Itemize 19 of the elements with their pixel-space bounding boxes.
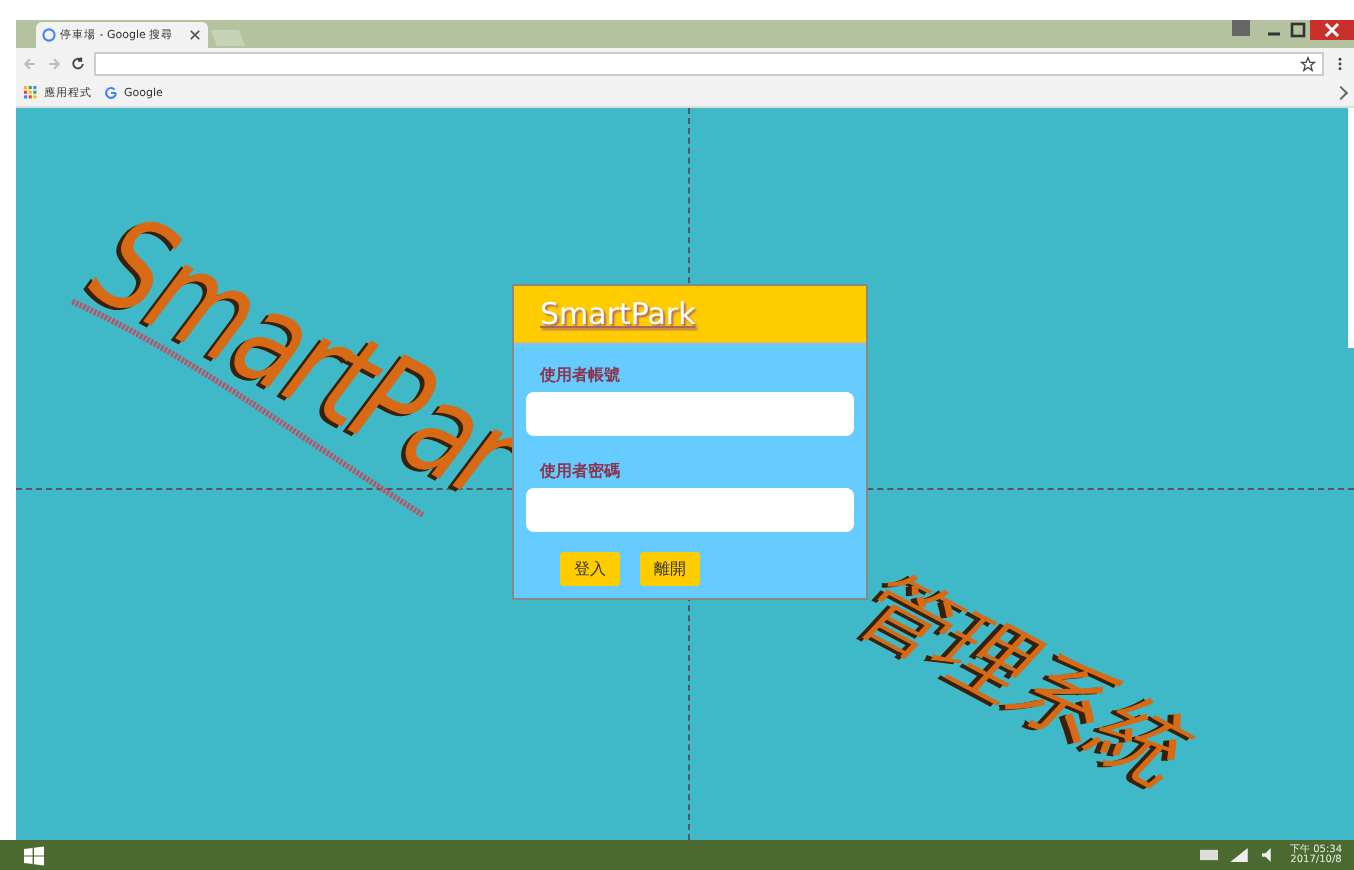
apps-grid-icon <box>24 86 38 100</box>
input-field[interactable] <box>526 392 854 436</box>
star-icon[interactable] <box>1300 56 1316 72</box>
login-button[interactable]: 登入 <box>560 552 620 586</box>
field-label: 使用者帳號 <box>540 364 622 386</box>
field-label: 使用者密碼 <box>540 460 622 482</box>
close-window-icon[interactable] <box>1310 20 1354 40</box>
google-icon <box>104 86 118 100</box>
network-icon[interactable] <box>1230 848 1248 862</box>
input-field[interactable] <box>526 488 854 532</box>
dialog-title: SmartPark <box>540 296 696 332</box>
google-icon <box>42 28 56 42</box>
close-icon[interactable] <box>188 28 202 42</box>
windows-logo-icon[interactable] <box>24 845 44 865</box>
keyboard-icon[interactable] <box>1200 848 1218 862</box>
reload-icon[interactable] <box>70 56 86 72</box>
exit-button[interactable]: 離開 <box>640 552 700 586</box>
restore-icon[interactable] <box>1286 20 1310 40</box>
banner-subtitle: 管理系統 <box>832 556 1220 805</box>
